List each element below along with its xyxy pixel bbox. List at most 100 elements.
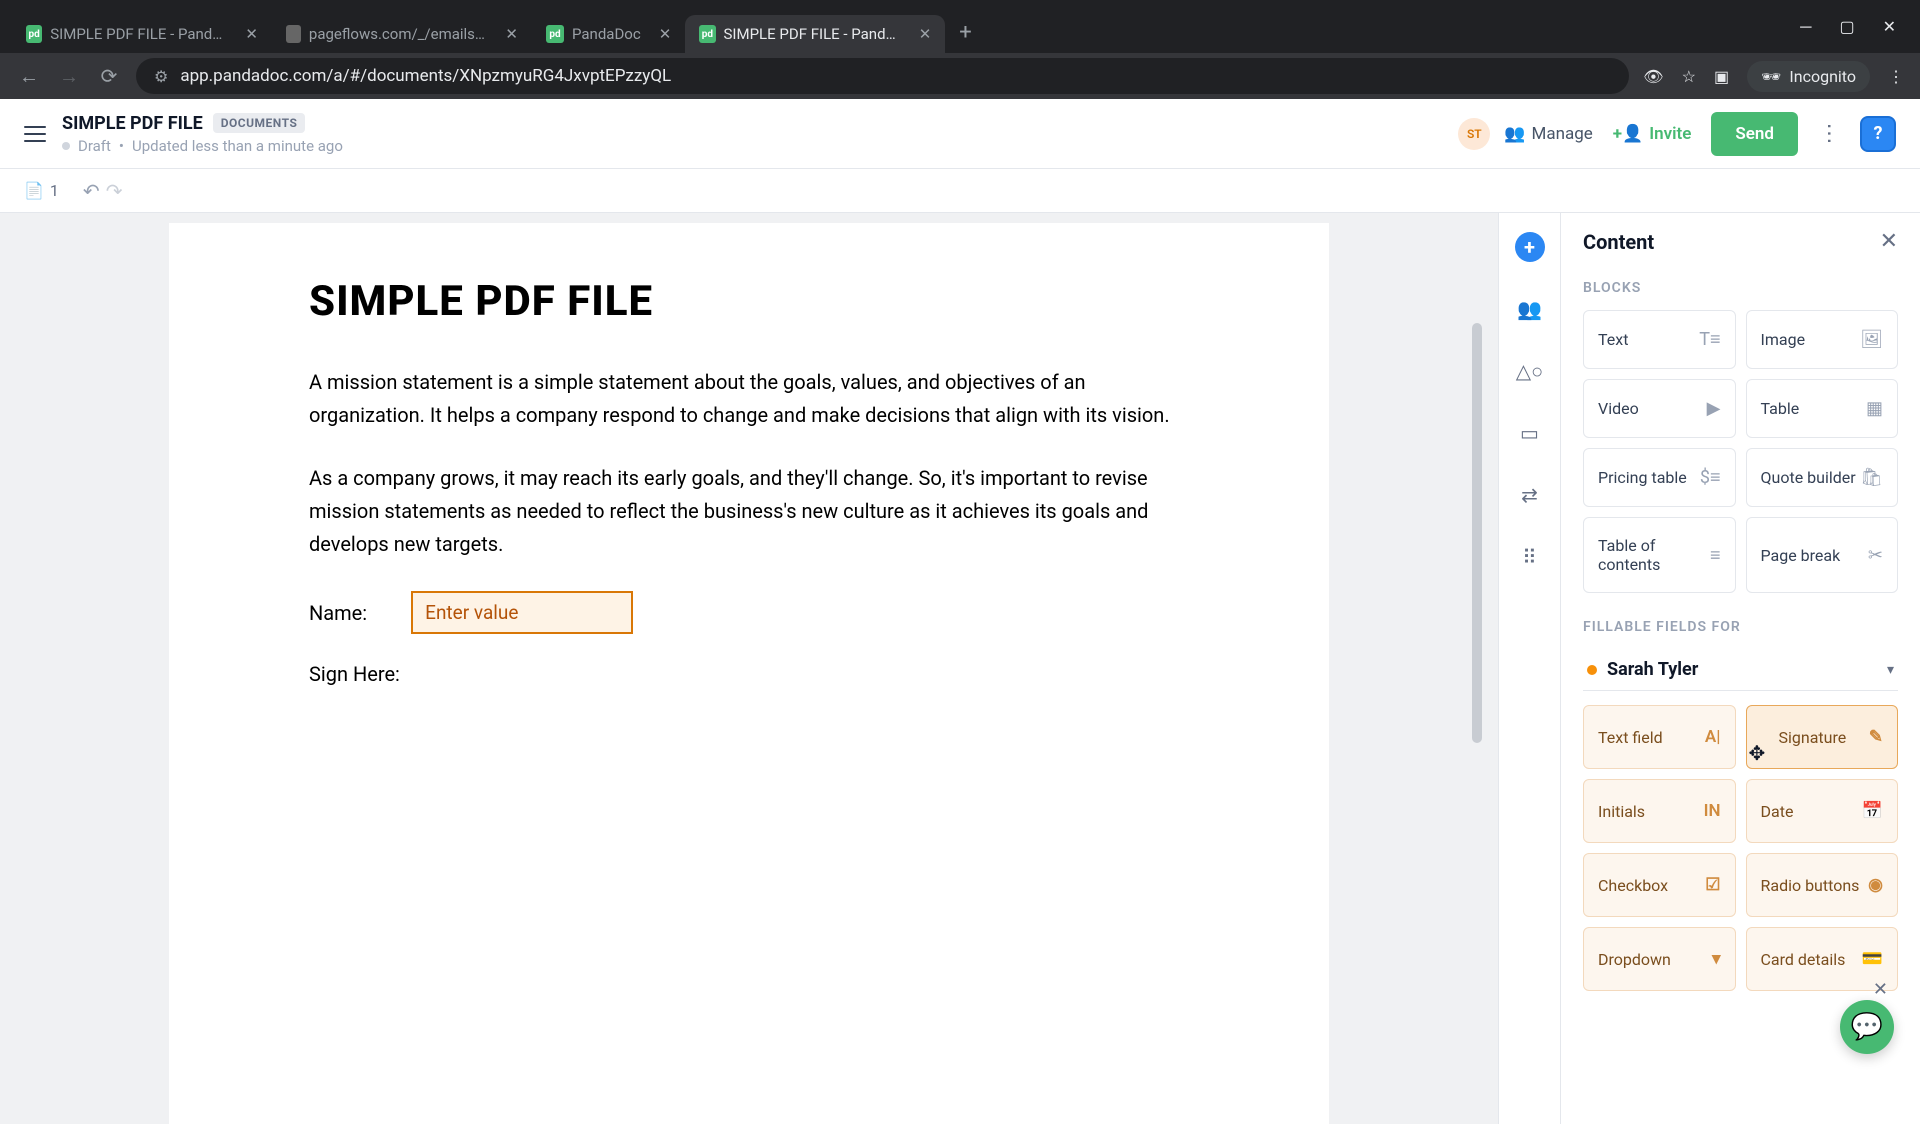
block-video[interactable]: Video▶ bbox=[1583, 379, 1736, 438]
dropdown-icon: ▾ bbox=[1712, 949, 1721, 969]
assignee-dropdown[interactable]: Sarah Tyler ▾ bbox=[1583, 649, 1898, 691]
tab-title: SIMPLE PDF FILE - PandaDoc bbox=[724, 25, 901, 43]
site-settings-icon[interactable]: ⚙ bbox=[154, 67, 168, 86]
block-label: Quote builder bbox=[1761, 468, 1856, 487]
block-table[interactable]: Table▦ bbox=[1746, 379, 1899, 438]
block-quote-builder[interactable]: Quote builder🛍 bbox=[1746, 448, 1899, 507]
block-label: Table of contents bbox=[1598, 536, 1710, 574]
field-initials[interactable]: InitialsIN bbox=[1583, 779, 1736, 843]
invite-button[interactable]: +⁠👤 Invite bbox=[1607, 116, 1698, 152]
close-panel-button[interactable]: ✕ bbox=[1880, 229, 1898, 254]
field-label: Dropdown bbox=[1598, 950, 1671, 969]
user-avatar[interactable]: ST bbox=[1458, 118, 1490, 150]
tab-close-icon[interactable]: ✕ bbox=[235, 25, 258, 43]
chat-close-button[interactable]: ✕ bbox=[1873, 979, 1888, 1000]
apps-grid-button[interactable]: ⠿ bbox=[1514, 541, 1546, 573]
window-controls: ─ ▢ ✕ bbox=[1776, 0, 1920, 53]
bookmark-icon[interactable]: ☆ bbox=[1682, 67, 1696, 86]
tab-title: SIMPLE PDF FILE - PandaDoc bbox=[50, 25, 227, 43]
pandadoc-favicon: pd bbox=[26, 25, 42, 43]
text-field-placeholder[interactable]: Enter value bbox=[411, 591, 633, 634]
browser-tab[interactable]: pageflows.com/_/emails/_/7fb5 ✕ bbox=[272, 15, 532, 53]
name-label: Name: bbox=[309, 601, 367, 625]
browser-menu-icon[interactable]: ⋮ bbox=[1888, 67, 1904, 86]
add-content-button[interactable]: + bbox=[1514, 231, 1546, 263]
manage-label: Manage bbox=[1531, 124, 1592, 144]
block-label: Image bbox=[1761, 330, 1806, 349]
manage-button[interactable]: 👥 Manage bbox=[1504, 124, 1592, 144]
field-dropdown[interactable]: Dropdown ▾ bbox=[1583, 927, 1736, 991]
browser-tab[interactable]: pd PandaDoc ✕ bbox=[532, 15, 685, 53]
eye-off-icon[interactable]: 👁 bbox=[1643, 67, 1663, 86]
field-label: Checkbox bbox=[1598, 876, 1668, 895]
video-icon: ▶ bbox=[1707, 398, 1721, 419]
back-button[interactable]: ← bbox=[16, 63, 42, 89]
incognito-indicator[interactable]: 🕶 Incognito bbox=[1747, 61, 1870, 92]
assignee-color-dot bbox=[1587, 665, 1597, 675]
tab-close-icon[interactable]: ✕ bbox=[495, 25, 518, 43]
incognito-icon: 🕶 bbox=[1761, 67, 1781, 86]
variables-button[interactable]: △○ bbox=[1514, 355, 1546, 387]
tab-close-icon[interactable]: ✕ bbox=[649, 25, 672, 43]
panel-title: Content bbox=[1583, 230, 1654, 254]
checkbox-icon: ☑ bbox=[1705, 875, 1720, 895]
document-title[interactable]: SIMPLE PDF FILE bbox=[62, 113, 203, 134]
status-separator: • bbox=[119, 137, 124, 155]
block-pricing-table[interactable]: Pricing table$≡ bbox=[1583, 448, 1736, 507]
redo-button[interactable]: ↷ bbox=[106, 179, 123, 203]
side-rail: + 👥 △○ ▭ ⇄ ⠿ bbox=[1498, 213, 1560, 1124]
more-options-button[interactable]: ⋯ bbox=[1817, 117, 1842, 151]
browser-tab-active[interactable]: pd SIMPLE PDF FILE - PandaDoc ✕ bbox=[685, 15, 945, 53]
block-image[interactable]: Image 🖼 bbox=[1746, 310, 1899, 369]
field-checkbox[interactable]: Checkbox ☑ bbox=[1583, 853, 1736, 917]
field-label: Radio buttons bbox=[1761, 876, 1860, 895]
quote-icon: 🛍 bbox=[1860, 467, 1883, 488]
tab-title: pageflows.com/_/emails/_/7fb5 bbox=[309, 25, 488, 43]
workflow-button[interactable]: ⇄ bbox=[1514, 479, 1546, 511]
page-break-icon: ✂ bbox=[1868, 545, 1883, 566]
favicon bbox=[286, 25, 301, 43]
block-page-break[interactable]: Page break✂ bbox=[1746, 517, 1899, 593]
new-tab-button[interactable]: + bbox=[945, 12, 985, 53]
minimize-icon[interactable]: ─ bbox=[1800, 17, 1811, 37]
url-input[interactable]: ⚙ app.pandadoc.com/a/#/documents/XNpzmyu… bbox=[136, 58, 1629, 94]
address-bar: ← → ⟳ ⚙ app.pandadoc.com/a/#/documents/X… bbox=[0, 53, 1920, 99]
document-canvas[interactable]: SIMPLE PDF FILE A mission statement is a… bbox=[0, 213, 1498, 1124]
chat-widget-button[interactable]: 💬 bbox=[1840, 1000, 1894, 1054]
paragraph: As a company grows, it may reach its ear… bbox=[309, 462, 1189, 561]
send-button[interactable]: Send bbox=[1711, 112, 1798, 156]
tab-title: PandaDoc bbox=[572, 25, 641, 43]
content-panel: Content ✕ BLOCKS TextT≡ Image 🖼 Video▶ Ta… bbox=[1560, 213, 1920, 1124]
browser-tab[interactable]: pd SIMPLE PDF FILE - PandaDoc ✕ bbox=[12, 15, 272, 53]
document-type-badge: DOCUMENTS bbox=[213, 113, 306, 133]
panel-icon[interactable]: ▣ bbox=[1714, 67, 1729, 86]
assignee-name: Sarah Tyler bbox=[1607, 659, 1877, 680]
field-text[interactable]: Text fieldA| bbox=[1583, 705, 1736, 769]
block-text[interactable]: TextT≡ bbox=[1583, 310, 1736, 369]
tab-close-icon[interactable]: ✕ bbox=[909, 25, 932, 43]
help-button[interactable]: ? bbox=[1860, 116, 1896, 152]
document-info: SIMPLE PDF FILE DOCUMENTS Draft • Update… bbox=[62, 113, 1442, 155]
blocks-section-label: BLOCKS bbox=[1583, 280, 1898, 296]
invite-label: Invite bbox=[1649, 124, 1691, 144]
menu-toggle-button[interactable] bbox=[24, 126, 46, 142]
pages-indicator[interactable]: 📄 1 bbox=[24, 181, 59, 200]
page-heading: SIMPLE PDF FILE bbox=[309, 277, 1189, 326]
status-text: Draft bbox=[78, 137, 111, 155]
reload-button[interactable]: ⟳ bbox=[96, 63, 122, 89]
scrollbar[interactable] bbox=[1472, 323, 1482, 743]
layout-button[interactable]: ▭ bbox=[1514, 417, 1546, 449]
maximize-icon[interactable]: ▢ bbox=[1839, 17, 1854, 36]
recipients-button[interactable]: 👥 bbox=[1514, 293, 1546, 325]
field-signature[interactable]: ✥ Signature✎ bbox=[1746, 705, 1899, 769]
undo-button[interactable]: ↶ bbox=[83, 179, 100, 203]
forward-button[interactable]: → bbox=[56, 63, 82, 89]
field-radio-buttons[interactable]: Radio buttons◉ bbox=[1746, 853, 1899, 917]
add-person-icon: +⁠👤 bbox=[1613, 124, 1643, 144]
field-label: Card details bbox=[1761, 950, 1846, 969]
image-icon: 🖼 bbox=[1860, 329, 1883, 350]
document-page[interactable]: SIMPLE PDF FILE A mission statement is a… bbox=[169, 223, 1329, 1124]
close-window-icon[interactable]: ✕ bbox=[1883, 17, 1896, 36]
block-table-of-contents[interactable]: Table of contents≡ bbox=[1583, 517, 1736, 593]
field-date[interactable]: Date📅 bbox=[1746, 779, 1899, 843]
